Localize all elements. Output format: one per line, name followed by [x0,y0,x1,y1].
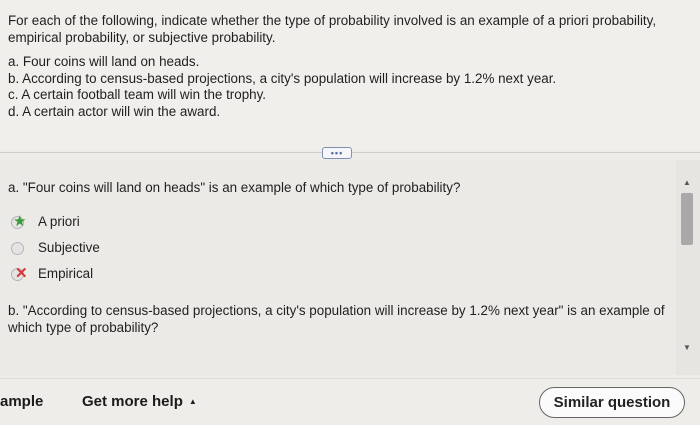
vertical-scrollbar[interactable]: ▲ ▼ [676,160,700,375]
caret-up-icon: ▲ [188,397,197,406]
problem-items: a. Four coins will land on heads. b. Acc… [8,54,700,120]
red-x-icon: ✕ [15,265,28,282]
option-empirical[interactable]: ✕ Empirical [0,264,200,284]
option-subjective[interactable]: Subjective [0,238,200,258]
expand-more-button[interactable]: ••• [322,147,352,159]
option-label-a-priori: A priori [38,214,80,229]
bottom-toolbar: ample Get more help ▲ Similar question [0,378,700,425]
question-a-text: a. "Four coins will land on heads" is an… [8,180,461,195]
problem-prompt: For each of the following, indicate whet… [8,13,657,45]
problem-item-a: a. Four coins will land on heads. [8,54,200,69]
similar-question-button[interactable]: Similar question [539,387,685,418]
scroll-down-arrow-icon[interactable]: ▼ [683,343,691,352]
problem-item-c: c. A certain football team will win the … [8,87,267,102]
get-more-help-label: Get more help [82,393,183,410]
option-a-priori[interactable]: ★ A priori [0,212,200,232]
problem-item-b: b. According to census-based projections… [8,70,557,86]
problem-item-d: d. A certain actor will win the award. [8,103,221,119]
radio-subjective[interactable] [11,242,24,255]
view-example-link[interactable]: ample [0,393,43,410]
answer-panel: a. "Four coins will land on heads" is an… [0,160,676,375]
scrollbar-thumb[interactable] [681,193,693,245]
problem-statement-panel: For each of the following, indicate whet… [0,0,700,150]
option-label-subjective: Subjective [38,240,100,255]
scroll-up-arrow-icon[interactable]: ▲ [683,178,691,187]
get-more-help-button[interactable]: Get more help ▲ [82,393,197,410]
green-star-icon: ★ [13,213,27,230]
question-b-text: b. "According to census-based projection… [8,303,665,335]
option-label-empirical: Empirical [38,266,94,281]
